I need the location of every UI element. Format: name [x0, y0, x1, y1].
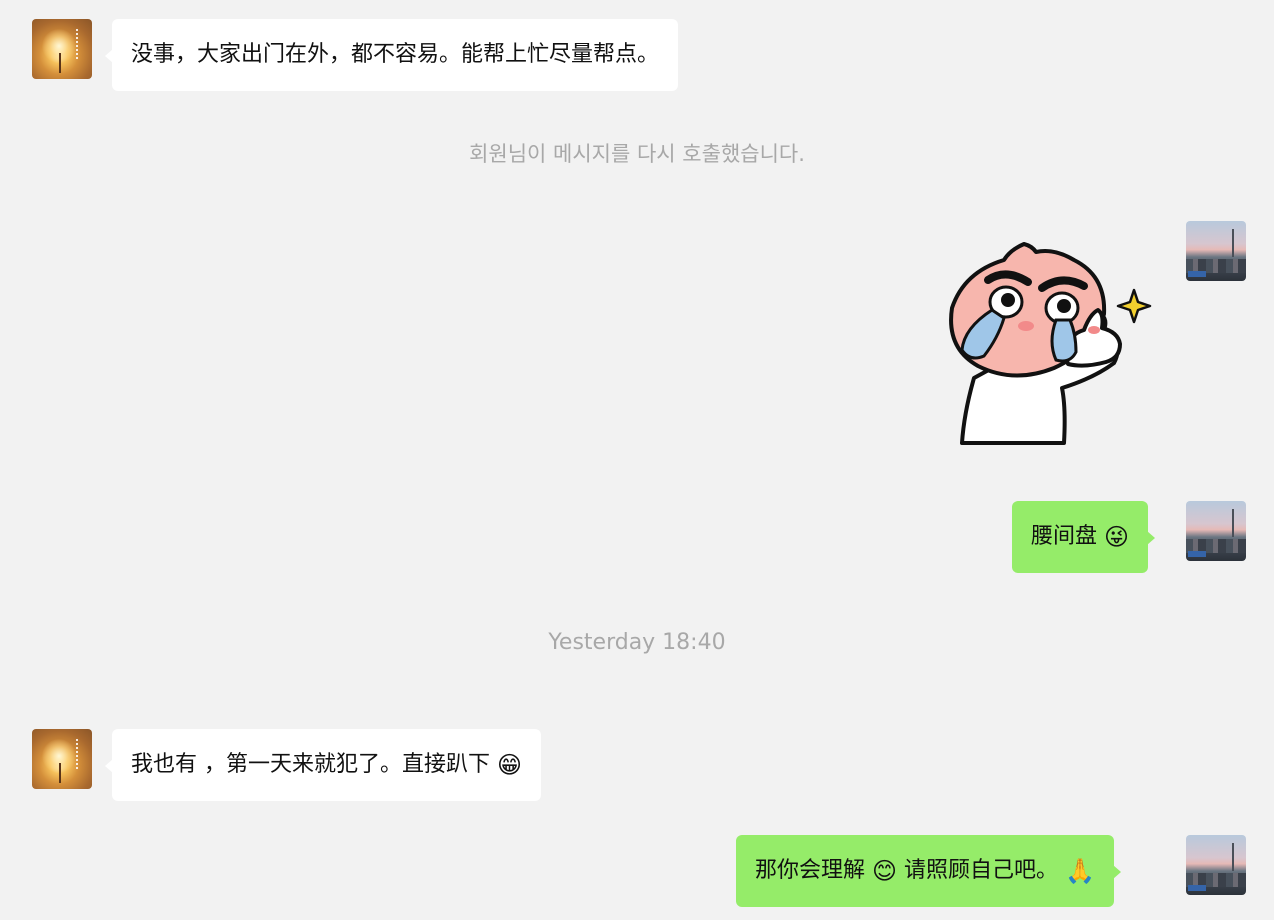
message-text: 腰间盘	[1031, 524, 1098, 549]
my-avatar[interactable]	[1186, 221, 1246, 281]
message-text-part2: 请照顾自己吧。	[904, 858, 1059, 883]
contact-avatar[interactable]	[32, 19, 92, 79]
message-bubble-outgoing[interactable]: 腰间盘 😜	[1012, 501, 1156, 573]
praying-hands-emoji-icon: 🙏	[1065, 857, 1095, 885]
message-bubble-incoming[interactable]: 没事，大家出门在外，都不容易。能帮上忙尽量帮点。	[104, 19, 679, 91]
my-avatar[interactable]	[1186, 835, 1246, 895]
winking-tongue-emoji-icon: 😜	[1104, 523, 1130, 551]
peach-crying-thumbs-up-sticker[interactable]	[944, 238, 1154, 448]
grinning-emoji-icon: 😁	[497, 751, 523, 779]
message-text: 没事，大家出门在外，都不容易。能帮上忙尽量帮点。	[131, 42, 660, 67]
contact-avatar[interactable]	[32, 729, 92, 789]
message-text: 我也有 ，第一天来就犯了。直接趴下	[131, 752, 490, 777]
smiling-emoji-icon: 😊	[872, 857, 898, 885]
my-avatar[interactable]	[1186, 501, 1246, 561]
message-bubble-incoming[interactable]: 我也有 ，第一天来就犯了。直接趴下 😁	[104, 729, 542, 801]
message-bubble-outgoing[interactable]: 那你会理解 😊 请照顾自己吧。 🙏	[736, 835, 1121, 907]
message-text-part1: 那你会理解	[755, 858, 866, 883]
system-notice: 회원님이 메시지를 다시 호출했습니다.	[469, 142, 805, 166]
message-timestamp: Yesterday 18:40	[548, 630, 726, 655]
chat-message-list[interactable]: 没事，大家出门在外，都不容易。能帮上忙尽量帮点。 회원님이 메시지를 다시 호출…	[0, 0, 1274, 920]
